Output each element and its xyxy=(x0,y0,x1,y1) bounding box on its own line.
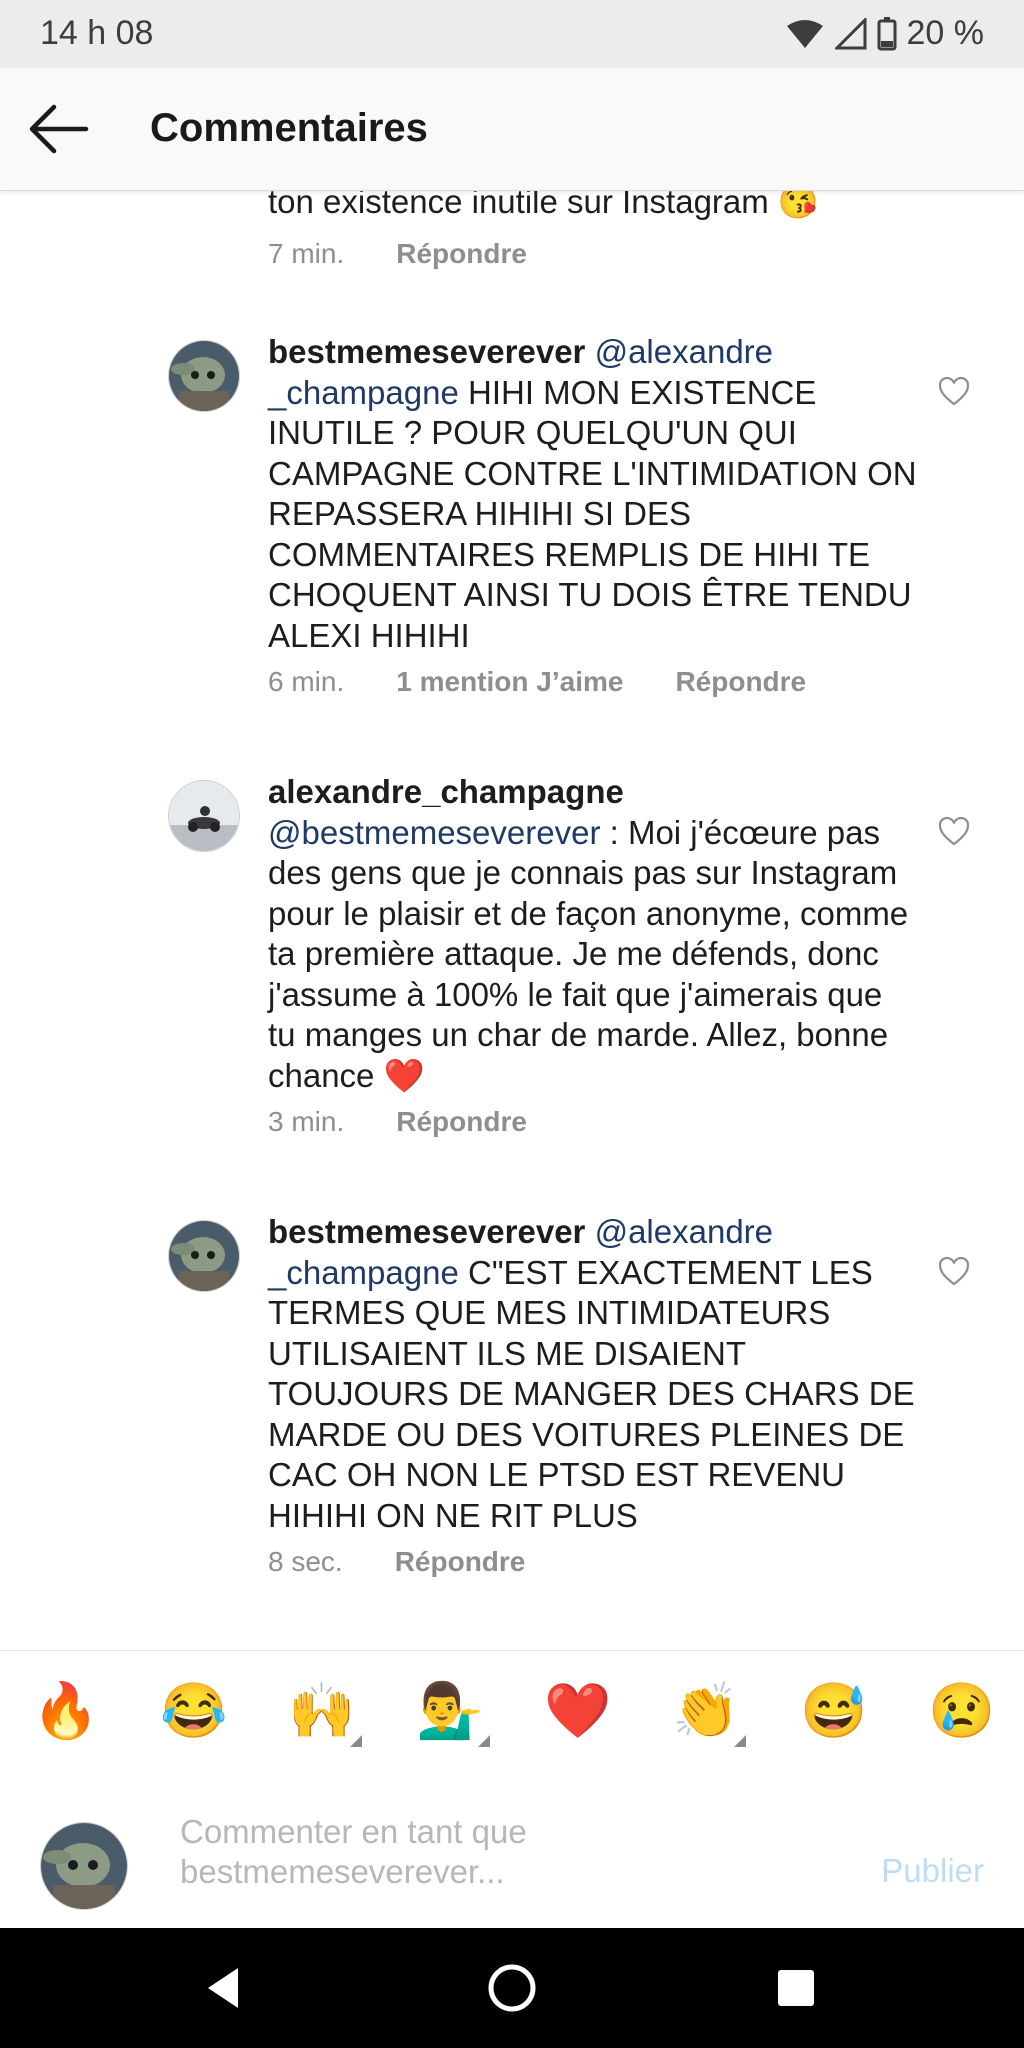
status-icons: 20 % xyxy=(785,14,985,53)
tipping-hand-emoji-button[interactable]: 💁‍♂️ xyxy=(416,1679,490,1747)
comment-username[interactable]: bestmemeseverever xyxy=(268,1213,585,1250)
system-nav-bar xyxy=(0,1928,1024,2048)
avatar-image xyxy=(169,1221,239,1291)
comment-text: bestmemeseverever @alexandre _champagne … xyxy=(268,1212,918,1536)
comment-username[interactable]: bestmemeseverever xyxy=(268,333,585,370)
wifi-icon xyxy=(786,19,823,48)
publish-button[interactable]: Publier xyxy=(881,1852,984,1890)
raised-hands-emoji: 🙌 xyxy=(288,1681,356,1741)
crying-emoji-button[interactable]: 😢 xyxy=(928,1679,995,1743)
recents-square-icon[interactable] xyxy=(768,1960,824,2016)
battery-icon xyxy=(877,16,896,50)
reply-button[interactable]: Répondre xyxy=(396,1106,527,1138)
comment-time: 3 min. xyxy=(268,1106,345,1137)
tipping-hand-emoji: 💁‍♂️ xyxy=(416,1681,484,1741)
avatar-image xyxy=(41,1823,127,1909)
sweat-smile-emoji-button[interactable]: 😅 xyxy=(800,1679,867,1743)
page-title: Commentaires xyxy=(150,106,428,150)
clapping-emoji: 👏 xyxy=(672,1681,740,1741)
status-bar: 14 h 08 20 % xyxy=(0,0,1024,68)
likes-count[interactable]: 1 mention J’aime xyxy=(396,666,623,698)
composer-avatar xyxy=(40,1822,128,1910)
heart-outline-icon[interactable] xyxy=(938,1256,970,1286)
reply-button[interactable]: Répondre xyxy=(675,666,806,698)
emoji-bar: 🔥 😂 🙌 💁‍♂️ ❤️ 👏 😅 😢 xyxy=(0,1650,1024,1772)
comments-list[interactable]: ton existence inutile sur Instagram 😘 7 … xyxy=(0,190,1024,1650)
comment-time: 7 min. xyxy=(268,238,345,269)
comment-body: HIHI MON EXISTENCE INUTILE ? POUR QUELQU… xyxy=(268,373,917,654)
comment-time: 6 min. xyxy=(268,666,345,697)
raised-hands-emoji-button[interactable]: 🙌 xyxy=(288,1679,362,1747)
clapping-emoji-button[interactable]: 👏 xyxy=(672,1679,746,1747)
reply-button[interactable]: Répondre xyxy=(395,1546,526,1578)
skin-tone-indicator-icon xyxy=(478,1735,490,1747)
comment-text: bestmemeseverever @alexandre _champagne … xyxy=(268,332,918,656)
app-bar: Commentaires xyxy=(0,68,1024,191)
comment-text: ton existence inutile sur Instagram 😘 xyxy=(268,190,820,220)
avatar[interactable] xyxy=(168,1220,240,1292)
comment-meta: 7 min. Répondre xyxy=(268,238,527,270)
comment-meta: 8 sec. Répondre xyxy=(268,1546,525,1578)
laughing-emoji-button[interactable]: 😂 xyxy=(160,1679,227,1743)
comment-text: alexandre_champagne @bestmemeseverever : … xyxy=(268,772,918,1096)
battery-percent: 20 % xyxy=(906,14,985,52)
cellular-signal-icon xyxy=(834,17,866,49)
avatar[interactable] xyxy=(168,340,240,412)
comment-input[interactable]: Commenter en tant que bestmemeseverever.… xyxy=(180,1812,780,1892)
comment-body: : Moi j'écœure pas des gens que je conna… xyxy=(268,813,909,1094)
comment-mention[interactable]: @bestmemeseverever xyxy=(268,814,600,851)
fire-emoji-button[interactable]: 🔥 xyxy=(32,1679,99,1743)
arrow-left-icon[interactable] xyxy=(26,101,90,157)
avatar[interactable] xyxy=(168,780,240,852)
heart-outline-icon[interactable] xyxy=(938,376,970,406)
heart-emoji-button[interactable]: ❤️ xyxy=(544,1679,611,1743)
comment-meta: 6 min. 1 mention J’aime Répondre xyxy=(268,666,806,698)
home-circle-icon[interactable] xyxy=(484,1960,540,2016)
avatar-image xyxy=(169,781,239,851)
comment-body: C"EST EXACTEMENT LES TERMES QUE MES INTI… xyxy=(268,1253,915,1534)
back-triangle-icon[interactable] xyxy=(198,1960,254,2016)
heart-outline-icon[interactable] xyxy=(938,816,970,846)
avatar-image xyxy=(169,341,239,411)
comment-username[interactable]: alexandre_champagne xyxy=(268,773,624,810)
skin-tone-indicator-icon xyxy=(734,1735,746,1747)
comment-composer: Commenter en tant que bestmemeseverever.… xyxy=(0,1770,1024,1928)
reply-button[interactable]: Répondre xyxy=(396,238,527,270)
skin-tone-indicator-icon xyxy=(350,1735,362,1747)
status-time: 14 h 08 xyxy=(40,14,154,52)
comment-meta: 3 min. Répondre xyxy=(268,1106,527,1138)
comment-time: 8 sec. xyxy=(268,1546,343,1577)
